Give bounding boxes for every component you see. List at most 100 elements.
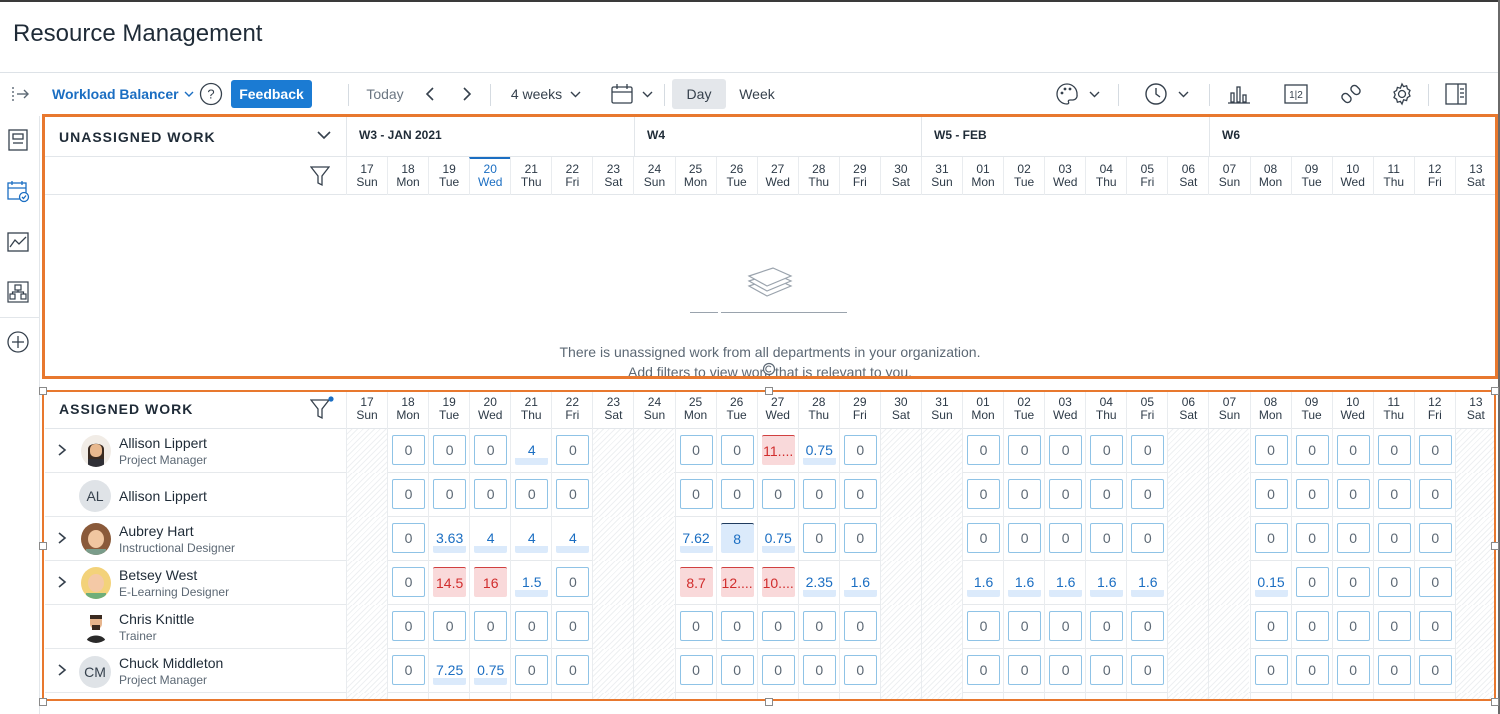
- hours-input[interactable]: 0.75: [474, 655, 508, 685]
- hours-input[interactable]: 12....: [720, 567, 754, 597]
- hours-input[interactable]: 0: [556, 479, 590, 509]
- hours-input[interactable]: 1.6: [1008, 567, 1042, 597]
- hours-input[interactable]: 0: [967, 479, 1001, 509]
- collapse-panel-icon[interactable]: [8, 74, 34, 114]
- hours-input[interactable]: 0: [1377, 655, 1411, 685]
- hours-input[interactable]: 0: [556, 435, 590, 465]
- hours-input[interactable]: 0: [843, 523, 877, 553]
- hours-input[interactable]: 0: [1418, 611, 1452, 641]
- add-icon[interactable]: [6, 330, 30, 354]
- help-icon[interactable]: ?: [198, 74, 224, 114]
- hours-input[interactable]: 0: [720, 479, 754, 509]
- hours-input[interactable]: 0: [433, 479, 467, 509]
- hours-input[interactable]: 11....: [761, 435, 795, 465]
- resize-handle[interactable]: [39, 698, 47, 706]
- hours-input[interactable]: 0: [1131, 479, 1165, 509]
- hours-input[interactable]: 0: [1131, 435, 1165, 465]
- hours-input[interactable]: 0: [802, 479, 836, 509]
- bar-chart-icon[interactable]: [1225, 74, 1253, 114]
- hours-input[interactable]: 0: [1295, 611, 1329, 641]
- hours-input[interactable]: 0: [1336, 435, 1370, 465]
- workload-balancer-dropdown[interactable]: Workload Balancer: [52, 74, 196, 114]
- chevron-right-icon[interactable]: [55, 663, 69, 677]
- hours-input[interactable]: 0: [802, 523, 836, 553]
- hours-input[interactable]: 0: [474, 611, 508, 641]
- hours-input[interactable]: 4: [515, 523, 549, 553]
- hours-input[interactable]: 0: [1131, 523, 1165, 553]
- hours-input[interactable]: 0: [1377, 611, 1411, 641]
- resize-handle[interactable]: [1491, 387, 1499, 395]
- hours-input[interactable]: 0: [679, 435, 713, 465]
- hours-input[interactable]: 0: [1090, 611, 1124, 641]
- hours-input[interactable]: 0: [556, 655, 590, 685]
- hours-input[interactable]: 16: [474, 567, 508, 597]
- hours-input[interactable]: 0: [392, 435, 426, 465]
- hours-input[interactable]: 8.7: [679, 567, 713, 597]
- hours-input[interactable]: 1.6: [1090, 567, 1124, 597]
- hours-input[interactable]: 0.75: [802, 435, 836, 465]
- hours-input[interactable]: 0: [1131, 611, 1165, 641]
- feedback-button[interactable]: Feedback: [231, 80, 312, 108]
- line-chart-icon[interactable]: [6, 230, 30, 254]
- hours-input[interactable]: 4: [556, 523, 590, 553]
- hours-input[interactable]: 0: [433, 435, 467, 465]
- hours-input[interactable]: 0: [1008, 655, 1042, 685]
- hours-input[interactable]: 0: [761, 655, 795, 685]
- hours-input[interactable]: 0: [1008, 611, 1042, 641]
- person-name[interactable]: Betsey West: [119, 567, 197, 583]
- hours-input[interactable]: 0: [720, 435, 754, 465]
- hours-input[interactable]: 0.75: [761, 523, 795, 553]
- resize-handle[interactable]: [1491, 698, 1499, 706]
- person-name[interactable]: Aubrey Hart: [119, 523, 194, 539]
- hours-input[interactable]: 0: [1008, 523, 1042, 553]
- chevron-right-icon[interactable]: [55, 443, 69, 457]
- link-icon[interactable]: [1337, 74, 1365, 114]
- hours-input[interactable]: 8: [720, 523, 754, 553]
- hours-input[interactable]: 0: [1049, 523, 1083, 553]
- hours-input[interactable]: 0: [1377, 523, 1411, 553]
- hours-input[interactable]: 0: [1418, 567, 1452, 597]
- hours-input[interactable]: 1.6: [843, 567, 877, 597]
- hours-input[interactable]: 0: [967, 435, 1001, 465]
- hours-input[interactable]: 0: [1377, 435, 1411, 465]
- day-view-button[interactable]: Day: [672, 79, 726, 109]
- side-panel-icon[interactable]: [1442, 74, 1470, 114]
- hours-input[interactable]: 0: [967, 611, 1001, 641]
- hours-input[interactable]: 0: [392, 523, 426, 553]
- hours-input[interactable]: 0: [1295, 435, 1329, 465]
- hours-input[interactable]: 0: [1090, 523, 1124, 553]
- hours-input[interactable]: 0: [1008, 479, 1042, 509]
- hours-input[interactable]: 0: [1336, 611, 1370, 641]
- filter-icon[interactable]: [310, 396, 334, 420]
- hours-input[interactable]: 0: [802, 611, 836, 641]
- hours-input[interactable]: 0: [679, 655, 713, 685]
- hours-input[interactable]: 0: [1090, 655, 1124, 685]
- hours-input[interactable]: 0: [515, 479, 549, 509]
- hours-input[interactable]: 0: [433, 611, 467, 641]
- today-button[interactable]: Today: [360, 74, 410, 114]
- gear-icon[interactable]: [1388, 74, 1416, 114]
- hours-input[interactable]: 14.5: [433, 567, 467, 597]
- hours-input[interactable]: 0: [515, 655, 549, 685]
- hours-input[interactable]: 4: [515, 435, 549, 465]
- resize-handle[interactable]: [765, 387, 773, 395]
- hours-input[interactable]: 0: [967, 523, 1001, 553]
- hours-input[interactable]: 0.15: [1254, 567, 1288, 597]
- hours-input[interactable]: 0: [474, 435, 508, 465]
- hours-input[interactable]: 0: [1049, 611, 1083, 641]
- chevron-down-icon[interactable]: [317, 131, 331, 140]
- number-toggle-icon[interactable]: 1|2: [1282, 74, 1310, 114]
- resize-handle[interactable]: [39, 387, 47, 395]
- hours-input[interactable]: 0: [556, 611, 590, 641]
- hours-input[interactable]: 0: [1049, 479, 1083, 509]
- hours-input[interactable]: 0: [1254, 523, 1288, 553]
- hours-input[interactable]: 0: [1336, 567, 1370, 597]
- hours-input[interactable]: 0: [720, 655, 754, 685]
- hours-input[interactable]: 0: [1254, 435, 1288, 465]
- hours-input[interactable]: 0: [474, 479, 508, 509]
- person-name[interactable]: Allison Lippert: [119, 488, 207, 504]
- hours-input[interactable]: 0: [1336, 655, 1370, 685]
- hours-input[interactable]: 0: [843, 435, 877, 465]
- hours-input[interactable]: 0: [1295, 523, 1329, 553]
- hours-input[interactable]: 0: [1295, 655, 1329, 685]
